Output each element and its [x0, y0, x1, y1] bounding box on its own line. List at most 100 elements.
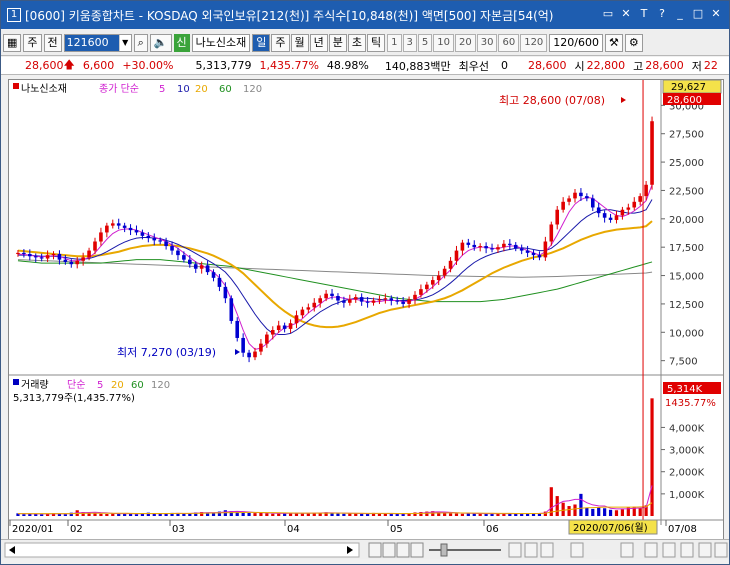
move-icon[interactable]	[714, 542, 728, 558]
refresh-icon[interactable]	[570, 542, 584, 558]
candle-body	[389, 298, 394, 301]
minute-button-30[interactable]: 30	[476, 33, 498, 52]
font-icon[interactable]: T	[637, 7, 651, 21]
volume-bar	[265, 513, 269, 516]
price-tick-label: 22,500	[669, 186, 704, 197]
candle-body	[270, 330, 275, 335]
chart-area[interactable]: 30,000 27,500 25,000 22,500 20,000 17,500 15,0…	[8, 79, 724, 541]
candle-body	[608, 217, 613, 220]
minute-button-120[interactable]: 120	[520, 33, 548, 52]
period-select[interactable]: 주	[23, 33, 42, 52]
volume-bar	[253, 513, 257, 516]
candle-body	[22, 252, 26, 254]
candle-body	[199, 265, 204, 269]
candle-body	[472, 244, 477, 248]
code-input[interactable]	[64, 34, 119, 51]
zoom-fit-icon[interactable]	[540, 542, 554, 558]
minute-button-5[interactable]: 5	[417, 33, 433, 52]
volume-bar	[241, 512, 245, 516]
volume-bar	[93, 513, 97, 516]
volume-bar	[247, 512, 251, 516]
candle-body	[69, 261, 74, 265]
grid-icon[interactable]: ▦	[3, 33, 22, 52]
maximize-icon[interactable]: □	[691, 7, 705, 21]
price-legend-ma-120: 120	[243, 84, 262, 95]
minute-button-1[interactable]: 1	[387, 33, 402, 52]
minute-button-10[interactable]: 10	[433, 33, 454, 52]
low-arrow-icon	[229, 349, 240, 355]
candle-body	[318, 298, 322, 303]
speaker-icon[interactable]: 🔈	[149, 33, 172, 52]
candle-body	[632, 201, 637, 208]
minute-button-20[interactable]: 20	[455, 33, 476, 52]
capture-icon[interactable]	[644, 542, 658, 558]
candle-body	[502, 243, 506, 248]
close-alt-icon[interactable]: ✕	[619, 7, 633, 21]
minute-button-60[interactable]: 60	[498, 33, 520, 52]
crosshair-date-text: 2020/07/06(월)	[573, 522, 648, 534]
title-bar[interactable]: 1 [0600] 키움종합차트 - KOSDAQ 외국인보유[212(천)] 주…	[1, 1, 729, 29]
volume-bar	[306, 513, 310, 516]
volume-bar	[134, 514, 139, 516]
volume-bar	[330, 513, 334, 516]
x-axis-label: 07/08	[668, 524, 697, 535]
scroll-track[interactable]	[4, 542, 360, 558]
period-tab-2[interactable]: 월	[290, 33, 309, 52]
candle-body	[395, 300, 400, 302]
period-tab-5[interactable]: 초	[347, 33, 367, 52]
close-icon[interactable]: ✕	[709, 7, 723, 21]
minimize-icon[interactable]: _	[673, 7, 687, 21]
minus-icon[interactable]	[680, 542, 694, 558]
candle-body	[531, 252, 536, 256]
plus-icon[interactable]	[698, 542, 712, 558]
candle-body	[39, 257, 44, 259]
chevron-down-icon[interactable]: ▼	[118, 34, 131, 51]
search-icon[interactable]: ⌕	[133, 33, 148, 52]
period-tab-6[interactable]: 틱	[367, 33, 386, 52]
price-legend-ma-10: 10	[177, 84, 190, 95]
candle-body	[555, 209, 560, 225]
candle-body	[448, 260, 453, 269]
zoom-slider-thumb[interactable]	[440, 543, 448, 557]
candle-body	[579, 192, 583, 197]
candle-body	[176, 250, 180, 256]
minute-button-3[interactable]: 3	[402, 33, 417, 52]
period-tab-0[interactable]: 일	[252, 33, 271, 52]
stop-icon[interactable]	[396, 542, 410, 558]
price-tick-label: 7,500	[669, 357, 698, 368]
zoom-out-icon[interactable]	[524, 542, 538, 558]
period-tab-3[interactable]: 년	[309, 33, 328, 52]
market-select[interactable]: 전	[43, 33, 62, 52]
zoom-in-icon[interactable]	[508, 542, 522, 558]
volume-bar	[614, 510, 619, 516]
print-icon[interactable]	[662, 542, 676, 558]
candle-body	[602, 213, 607, 218]
volume-bar	[342, 513, 346, 516]
count-field[interactable]: 120/600	[549, 33, 603, 52]
prev-icon[interactable]	[382, 542, 396, 558]
help-icon[interactable]: ?	[655, 7, 669, 21]
period-tab-1[interactable]: 주	[271, 33, 290, 52]
candle-body	[105, 225, 109, 233]
volume-bar	[277, 513, 281, 516]
settings-icon[interactable]: ⚙	[624, 33, 643, 52]
candle-body	[430, 280, 435, 285]
tools-icon[interactable]: ⚒	[605, 33, 623, 52]
crosshair-icon[interactable]	[620, 542, 634, 558]
volume-bar	[484, 513, 488, 516]
volume-bar	[389, 513, 393, 516]
candle-body	[45, 255, 50, 259]
price-legend-ma-20: 20	[195, 84, 208, 95]
volume-bar	[608, 509, 613, 516]
chart-svg[interactable]: 30,00027,50025,00022,50020,00017,50015,0…	[9, 79, 723, 540]
period-tab-4[interactable]: 분	[328, 33, 347, 52]
volume-legend-swatch	[13, 379, 19, 385]
current-price: 28,600	[25, 59, 64, 72]
first-icon[interactable]	[368, 542, 382, 558]
candle-body	[188, 259, 192, 265]
low-price: 22	[703, 59, 718, 72]
next-icon[interactable]	[410, 542, 424, 558]
candle-body	[336, 295, 340, 301]
restore-icon[interactable]: ▭	[601, 7, 615, 21]
code-field[interactable]: ▼	[63, 33, 132, 52]
